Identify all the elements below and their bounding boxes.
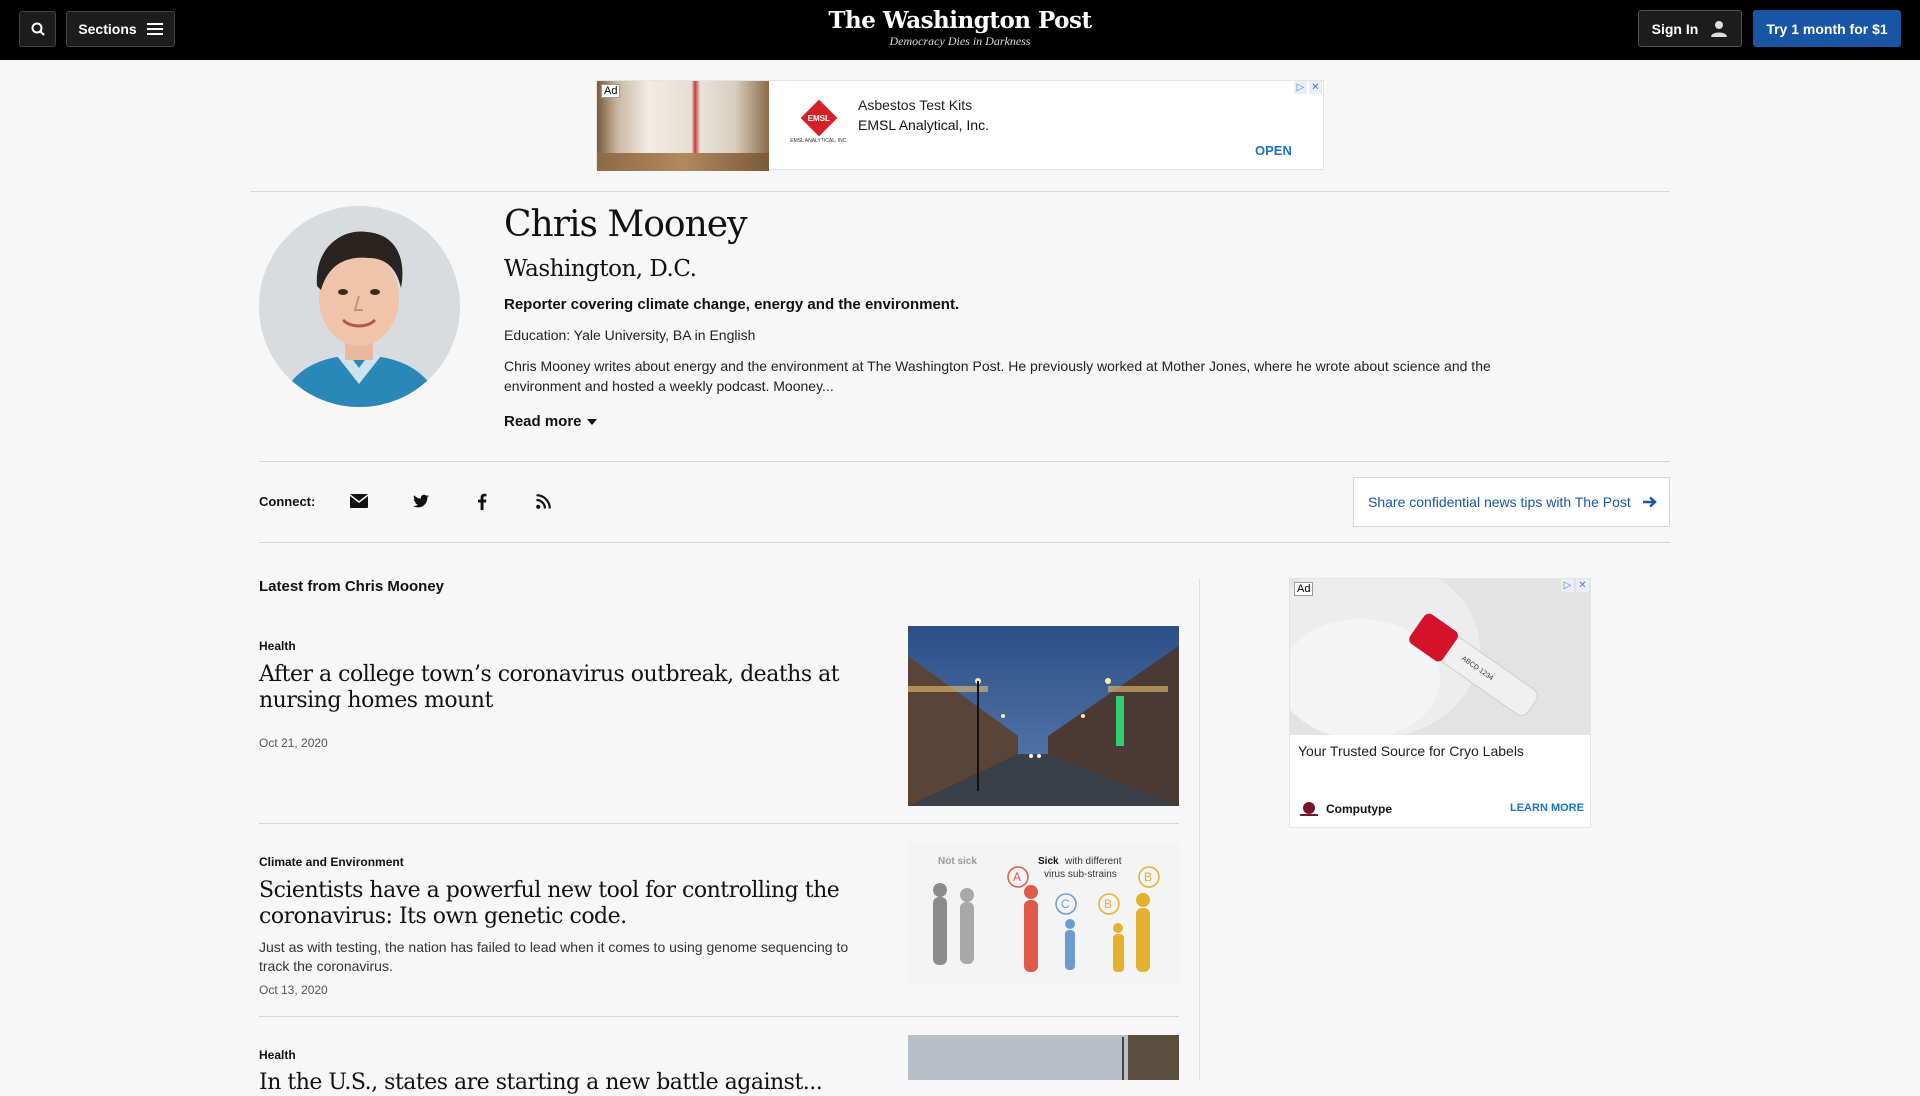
ad-photo-glove: ABCD 1234 (1290, 579, 1590, 735)
divider (259, 823, 1179, 824)
svg-text:C: C (1061, 897, 1070, 911)
svg-text:Sick: Sick (1038, 856, 1059, 867)
envelope-icon (350, 494, 368, 508)
facebook-icon (478, 493, 487, 510)
ad-open-button[interactable]: OPEN (1255, 143, 1292, 158)
ad-close-icon[interactable]: ✕ (1576, 579, 1589, 592)
article-section-link[interactable]: Health (259, 639, 296, 653)
divider (250, 191, 1670, 192)
arrow-right-icon (1642, 496, 1657, 508)
article-blurb: Just as with testing, the nation has fai… (259, 939, 849, 974)
ad-badge: Ad (601, 84, 621, 98)
divider (259, 461, 1670, 462)
computype-logo-icon (1300, 802, 1318, 816)
facebook-link[interactable] (471, 490, 493, 512)
divider (259, 1016, 1179, 1017)
ad-choices[interactable]: ▷ ✕ (1561, 579, 1589, 592)
article-thumbnail[interactable]: Not sick Sick with different virus sub-s… (908, 842, 1179, 984)
news-tips-link[interactable]: Share confidential news tips with The Po… (1353, 477, 1670, 527)
twitter-icon (413, 494, 429, 508)
connect-label: Connect: (259, 494, 316, 509)
emsl-logo: EMSL EMSL ANALYTICAL, INC. (787, 99, 851, 153)
sign-in-label: Sign In (1651, 20, 1699, 37)
hamburger-icon (146, 23, 163, 35)
search-icon (31, 22, 45, 36)
ad-headline: Asbestos Test Kits (858, 97, 973, 113)
ad-info-icon[interactable]: ▷ (1561, 579, 1574, 592)
svg-text:A: A (1013, 870, 1021, 884)
column-divider (1199, 578, 1200, 1080)
read-more-label: Read more (504, 413, 582, 430)
ad-advertiser: EMSL Analytical, Inc. (858, 117, 989, 133)
sections-menu-button[interactable]: Sections (66, 11, 175, 47)
sidebar-ad[interactable]: ABCD 1234 Ad ▷ ✕ Your Trusted Source for… (1289, 578, 1591, 828)
svg-text:B: B (1104, 897, 1112, 911)
article-thumbnail[interactable] (908, 1035, 1179, 1080)
article-section-link[interactable]: Climate and Environment (259, 855, 404, 869)
masthead-logo-link[interactable]: The Washington Post Democracy Dies in Da… (760, 7, 1160, 49)
news-tips-label: Share confidential news tips with The Po… (1368, 494, 1631, 510)
author-avatar (259, 206, 460, 407)
article-thumbnail[interactable] (908, 626, 1179, 806)
twitter-link[interactable] (410, 490, 432, 512)
ad-close-icon[interactable]: ✕ (1309, 81, 1322, 94)
ad-learn-more-button[interactable]: LEARN MORE (1510, 802, 1584, 814)
article-section-link[interactable]: Health (259, 1048, 296, 1062)
svg-text:Not sick: Not sick (938, 856, 977, 867)
article-headline-link[interactable]: Scientists have a powerful new tool for … (259, 878, 879, 930)
user-icon (1711, 20, 1728, 37)
ad-choices[interactable]: ▷ ✕ (1294, 81, 1322, 94)
sections-label: Sections (78, 21, 137, 37)
rss-link[interactable] (532, 490, 554, 512)
ad-photo-room (597, 81, 769, 171)
ad-headline: Your Trusted Source for Cryo Labels (1298, 743, 1524, 759)
ad-info-icon[interactable]: ▷ (1294, 81, 1307, 94)
svg-text:with different: with different (1064, 856, 1122, 867)
author-role: Reporter covering climate change, energy… (504, 296, 960, 313)
site-logo: The Washington Post (828, 7, 1092, 34)
article-date: Oct 21, 2020 (259, 736, 328, 750)
author-bio: Chris Mooney writes about energy and the… (504, 358, 1491, 394)
email-link[interactable] (348, 490, 370, 512)
ad-advertiser: Computype (1298, 801, 1392, 817)
site-tagline: Democracy Dies in Darkness (889, 34, 1031, 48)
svg-text:virus sub-strains: virus sub-strains (1044, 869, 1117, 880)
article-headline-link[interactable]: In the U.S., states are starting a new b… (259, 1070, 879, 1096)
caret-down-icon (586, 418, 597, 425)
author-name: Chris Mooney (504, 204, 747, 245)
top-banner-ad[interactable]: Ad ▷ ✕ EMSL EMSL ANALYTICAL, INC. Asbest… (596, 80, 1324, 171)
article-date: Oct 13, 2020 (259, 983, 328, 997)
read-more-button[interactable]: Read more (504, 413, 597, 430)
author-location: Washington, D.C. (504, 256, 697, 282)
article-headline-link[interactable]: After a college town’s coronavirus outbr… (259, 662, 879, 714)
search-button[interactable] (19, 11, 56, 47)
top-navigation-bar: Sections The Washington Post Democracy D… (0, 0, 1920, 60)
svg-text:B: B (1144, 870, 1152, 884)
divider (259, 542, 1670, 543)
author-education: Education: Yale University, BA in Englis… (504, 327, 756, 343)
feed-heading: Latest from Chris Mooney (259, 578, 445, 595)
ad-badge: Ad (1294, 582, 1314, 596)
rss-icon (535, 493, 551, 509)
subscribe-trial-button[interactable]: Try 1 month for $1 (1753, 10, 1901, 47)
sign-in-button[interactable]: Sign In (1638, 10, 1742, 47)
